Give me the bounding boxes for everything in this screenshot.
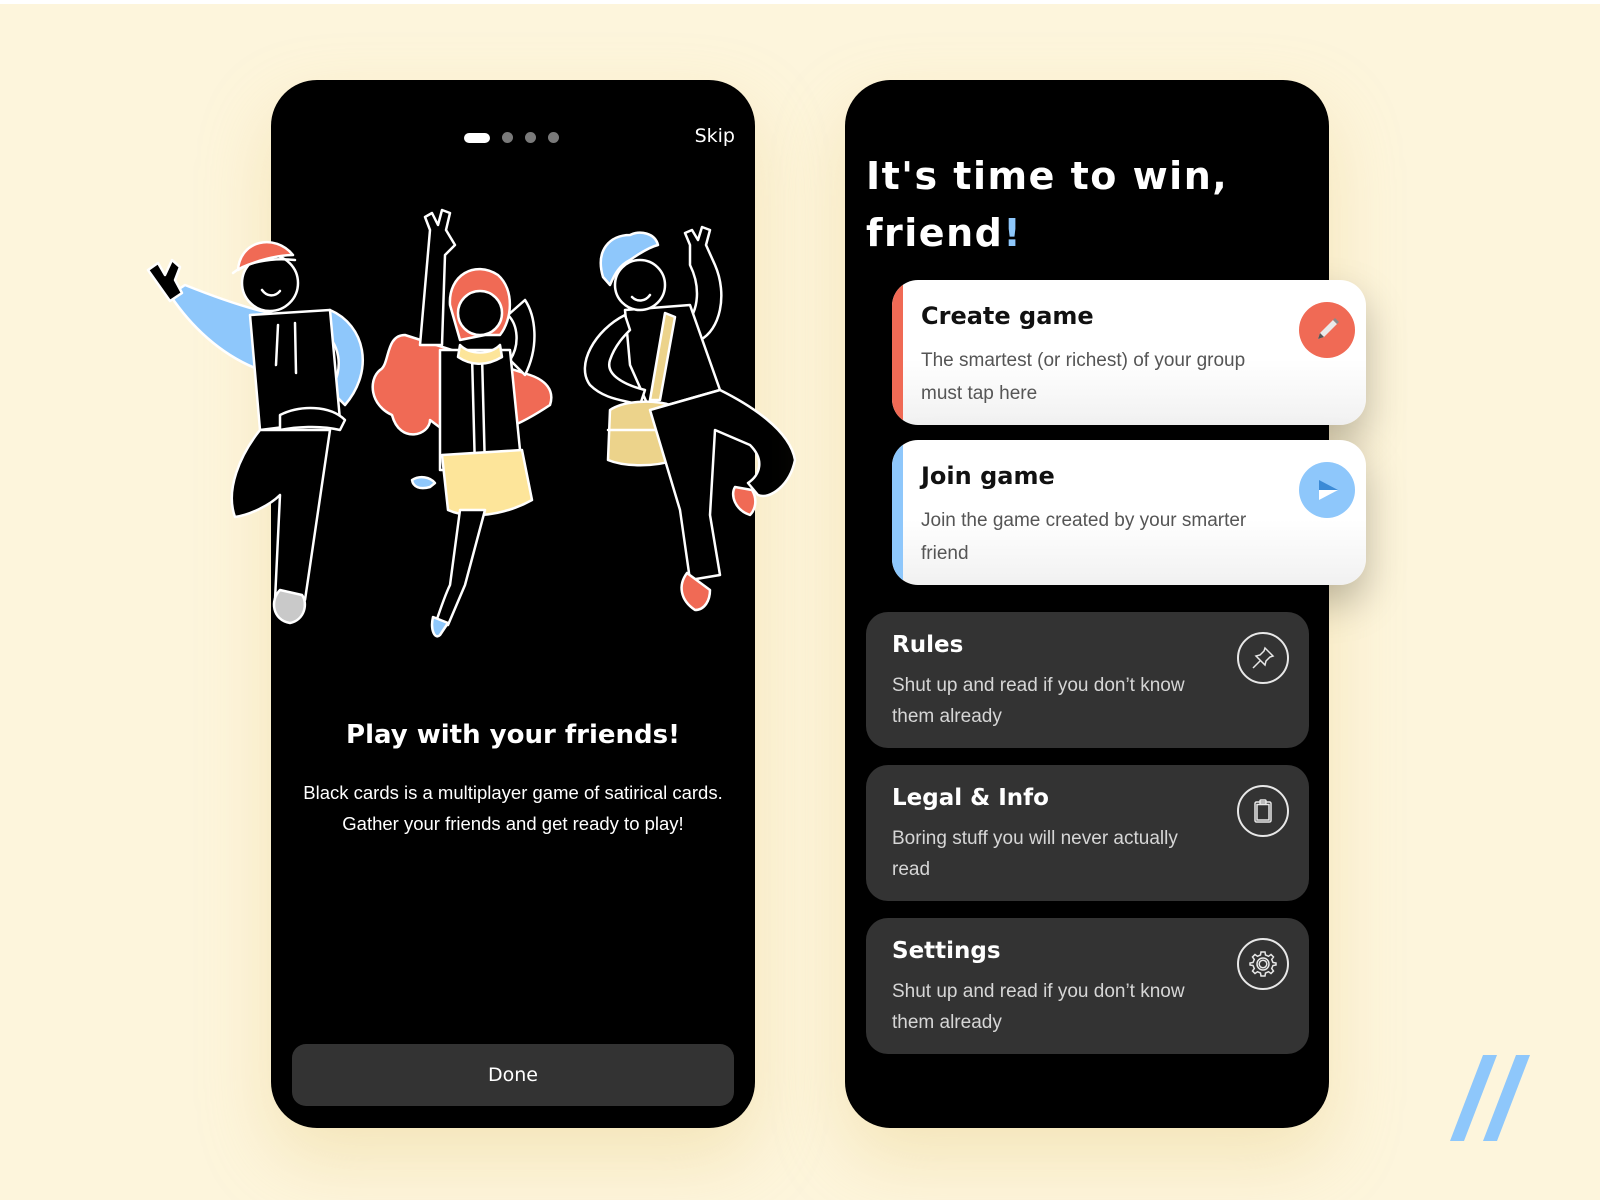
headline-line: friend! bbox=[866, 205, 1228, 262]
onboarding-description: Black cards is a multiplayer game of sat… bbox=[271, 777, 755, 839]
gear-icon bbox=[1237, 938, 1289, 990]
create-game-description: The smartest (or richest) of your group … bbox=[921, 350, 1246, 404]
headline-line: It's time to win, bbox=[866, 154, 1229, 198]
clipboard-icon bbox=[1237, 785, 1289, 837]
create-game-card[interactable]: Create game The smartest (or richest) of… bbox=[892, 280, 1366, 425]
home-headline: It's time to win, friend! bbox=[866, 148, 1228, 262]
onboarding-title: Play with your friends! bbox=[346, 720, 680, 750]
character-blue-haired-boy bbox=[583, 225, 797, 612]
page-dot[interactable] bbox=[548, 132, 559, 143]
character-red-haired-girl bbox=[371, 208, 553, 638]
page-dot[interactable] bbox=[525, 132, 536, 143]
onboarding-description-line: Black cards is a multiplayer game of sat… bbox=[303, 782, 723, 803]
brand-slashes-logo bbox=[1450, 1055, 1530, 1141]
legal-info-description: Boring stuff you will never actually rea… bbox=[892, 828, 1178, 880]
card-accent-bar bbox=[892, 280, 903, 425]
create-game-title: Create game bbox=[921, 302, 1094, 330]
skip-button[interactable]: Skip bbox=[695, 125, 735, 147]
rules-card[interactable]: Rules Shut up and read if you don’t know… bbox=[866, 612, 1309, 748]
settings-card[interactable]: Settings Shut up and read if you don’t k… bbox=[866, 918, 1309, 1054]
pushpin-icon bbox=[1237, 632, 1289, 684]
home-screen: It's time to win, friend! Create game Th… bbox=[845, 80, 1366, 1128]
rules-description: Shut up and read if you don’t know them … bbox=[892, 675, 1185, 727]
headline-word: friend bbox=[866, 211, 1004, 255]
friends-illustration bbox=[146, 208, 797, 638]
onboarding-description-line: Gather your friends and get ready to pla… bbox=[342, 813, 684, 834]
rules-title: Rules bbox=[892, 632, 964, 658]
done-button[interactable]: Done bbox=[292, 1044, 734, 1106]
character-cap-boy bbox=[146, 240, 364, 625]
settings-description: Shut up and read if you don’t know them … bbox=[892, 981, 1185, 1033]
join-game-title: Join game bbox=[921, 462, 1055, 490]
page-dot[interactable] bbox=[502, 132, 513, 143]
send-icon bbox=[1299, 462, 1355, 518]
headline-accent-exclamation: ! bbox=[1003, 211, 1023, 255]
card-accent-bar bbox=[892, 440, 903, 585]
legal-info-card[interactable]: Legal & Info Boring stuff you will never… bbox=[866, 765, 1309, 901]
page-indicator bbox=[464, 132, 559, 143]
top-strip bbox=[0, 0, 1600, 4]
pencil-icon bbox=[1299, 302, 1355, 358]
join-game-card[interactable]: Join game Join the game created by your … bbox=[892, 440, 1366, 585]
page-dot-active[interactable] bbox=[464, 132, 490, 143]
settings-title: Settings bbox=[892, 938, 1001, 964]
join-game-description: Join the game created by your smarter fr… bbox=[921, 510, 1247, 564]
legal-info-title: Legal & Info bbox=[892, 785, 1049, 811]
